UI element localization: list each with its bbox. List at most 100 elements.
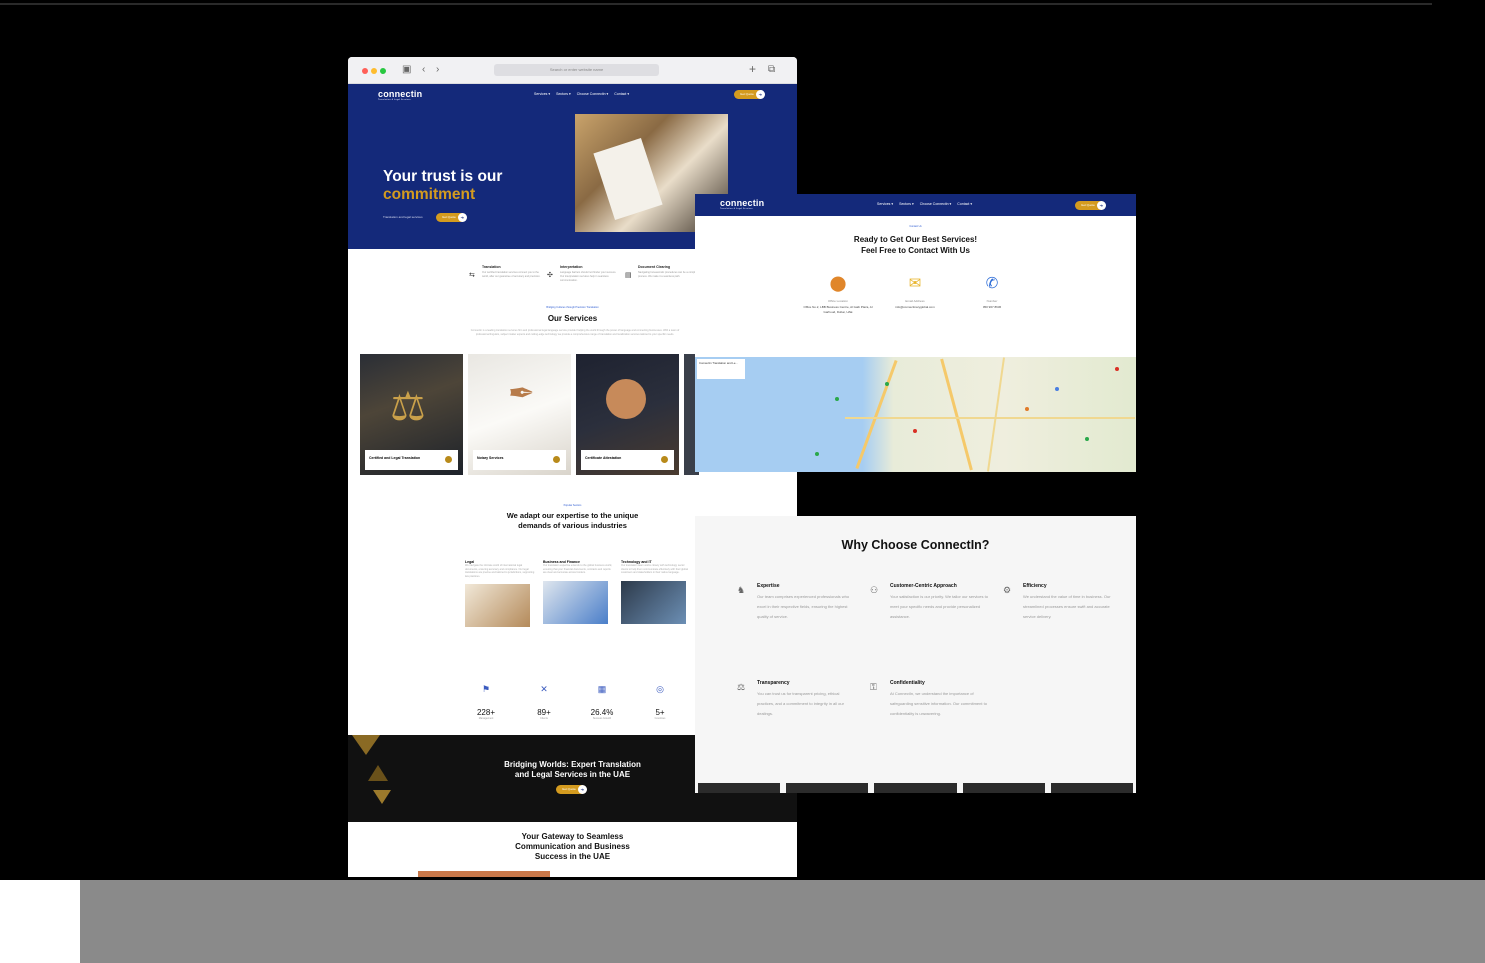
- why-item-title: Efficiency: [1023, 583, 1047, 589]
- map-poi-icon: [1055, 387, 1059, 391]
- map-pin-icon[interactable]: [913, 429, 917, 433]
- map-road: [855, 359, 898, 470]
- why-item-title: Expertise: [757, 583, 780, 589]
- map-poi-icon: [1115, 367, 1119, 371]
- service-card-notary[interactable]: ✒ Notary Services: [468, 354, 571, 475]
- why-customer-centric: ⚇ Customer-Centric Approach Your satisfact…: [870, 583, 990, 622]
- feature-document-clearing: ▤ Document Clearing Navigating bureaucrati…: [625, 265, 698, 279]
- floor-shadow: [80, 880, 1485, 963]
- pen-icon: ✒: [508, 375, 535, 411]
- map-poi-icon: [1085, 437, 1089, 441]
- floor-left: [0, 880, 80, 963]
- contact-value: Office No.2, LBB Business Centre, Al Gai…: [803, 305, 873, 314]
- hero-get-quote-button[interactable]: Get Quote: [436, 213, 467, 222]
- stat-label: Success Growth: [592, 717, 612, 720]
- stat-countries: ◎ 5+ Countries: [640, 684, 680, 720]
- service-card-label: Notary Services: [473, 450, 566, 470]
- contact-site-logo[interactable]: connectin Translation & Legal Services: [720, 198, 764, 210]
- location-pin-icon: ⬤: [829, 275, 847, 292]
- stat-management: ⚑ 228+ Management: [466, 684, 506, 720]
- feature-interpretation: ✣ Interpretation Language barriers should …: [547, 265, 620, 283]
- nav-choose[interactable]: Choose Connectin ▾: [920, 202, 952, 206]
- stat-value: 228+: [476, 708, 496, 717]
- contact-label: Email Address: [905, 299, 925, 303]
- tabs-icon[interactable]: ⧉: [768, 65, 775, 75]
- hand-stamp-shape: [606, 379, 646, 419]
- industries-title: We adapt our expertise to the unique dem…: [506, 511, 639, 530]
- minimize-dot[interactable]: [371, 68, 377, 74]
- handshake-icon: ✕: [540, 684, 548, 694]
- stat-label: Management: [478, 717, 494, 720]
- top-divider: [0, 3, 1432, 5]
- stat-clients: ✕ 89+ Clients: [524, 684, 564, 720]
- nav-contact[interactable]: Contact ▾: [614, 92, 629, 96]
- nav-sectors[interactable]: Sectors ▾: [899, 202, 914, 206]
- gateway-line2: Communication and Business: [515, 842, 630, 851]
- confidentiality-icon: ⚿: [870, 682, 877, 692]
- map-poi-icon: [1025, 407, 1029, 411]
- why-expertise: ♞ Expertise Our team comprises experienced…: [737, 583, 857, 622]
- hero-title: Your trust is our commitment: [383, 168, 502, 204]
- contact-get-quote-button[interactable]: Get Quote: [1075, 201, 1106, 210]
- service-card-attestation[interactable]: Certificate Attestation: [576, 354, 679, 475]
- contact-location: ⬤ Office Location Office No.2, LBB Busines…: [803, 274, 873, 315]
- contact-title: Ready to Get Our Best Services! Feel Free…: [695, 234, 1136, 256]
- thumbnail: [874, 783, 957, 793]
- map-poi-icon: [835, 397, 839, 401]
- feature-title: Document Clearing: [638, 265, 671, 269]
- contact-phone: ✆ Number 050 967 8636: [957, 274, 1027, 310]
- email-envelope-icon: ✉: [908, 275, 922, 292]
- nav-services[interactable]: Services ▾: [534, 92, 550, 96]
- band-get-quote-button[interactable]: Get Quote: [556, 785, 587, 794]
- maximize-dot[interactable]: [380, 68, 386, 74]
- why-item-title: Transparency: [757, 680, 790, 686]
- nav-menu: Services ▾ Sectors ▾ Choose Connectin ▾ …: [534, 92, 629, 96]
- map-road: [940, 358, 973, 471]
- nav-services[interactable]: Services ▾: [877, 202, 893, 206]
- translate-icon: ⇆: [469, 272, 475, 279]
- band-title-line2: and Legal Services in the UAE: [514, 770, 631, 779]
- sidebar-icon[interactable]: ▣: [402, 65, 411, 75]
- stat-growth: ▦ 26.4% Success Growth: [582, 684, 622, 720]
- industry-text: Our translation expertise extends to the…: [543, 564, 612, 574]
- scales-icon: ⚖: [390, 385, 426, 429]
- nav-sectors[interactable]: Sectors ▾: [556, 92, 571, 96]
- why-transparency: ⚖ Transparency You can trust us for transp…: [737, 680, 857, 719]
- logo-tagline: Translation & Legal Services: [720, 208, 753, 210]
- nav-choose[interactable]: Choose Connectin ▾: [577, 92, 609, 96]
- thumbnail: [962, 783, 1045, 793]
- nav-get-quote-button[interactable]: Get Quote: [734, 90, 765, 99]
- why-item-title: Confidentiality: [890, 680, 925, 686]
- back-icon[interactable]: ‹: [422, 65, 425, 75]
- contact-site-nav: connectin Translation & Legal Services Se…: [695, 194, 1136, 216]
- service-card-translation[interactable]: ⚖ Certified and Legal Translation: [360, 354, 463, 475]
- people-icon: ⚑: [481, 684, 491, 694]
- site-logo[interactable]: connectin Translation & Legal Services: [378, 89, 422, 101]
- stat-label: Clients: [540, 717, 548, 720]
- feature-translation: ⇆ Translation Our certified translation se…: [469, 265, 542, 279]
- nav-contact[interactable]: Contact ▾: [957, 202, 972, 206]
- stat-value: 5+: [655, 708, 665, 717]
- contact-nav-menu: Services ▾ Sectors ▾ Choose Connectin ▾ …: [877, 202, 972, 206]
- why-item-text: We understand the value of time in busin…: [1023, 594, 1111, 619]
- contact-title-line2: Feel Free to Contact With Us: [861, 246, 970, 255]
- logo-text: connectin: [720, 198, 765, 208]
- map-embed[interactable]: Connectin Translation and Le...: [695, 357, 1136, 472]
- contact-label: Office Location: [828, 299, 848, 303]
- map-info-card[interactable]: Connectin Translation and Le...: [697, 359, 745, 379]
- efficiency-icon: ⚙: [1003, 585, 1012, 595]
- contact-title-line1: Ready to Get Our Best Services!: [853, 235, 978, 244]
- close-dot[interactable]: [362, 68, 368, 74]
- logo-tagline: Translation & Legal Services: [378, 99, 411, 101]
- address-bar[interactable]: Search or enter website name: [494, 64, 659, 76]
- service-card-label: Certified and Legal Translation: [365, 450, 458, 470]
- contact-value[interactable]: 050 967 8636: [957, 305, 1027, 310]
- hero-title-line1: Your trust is our: [383, 168, 503, 185]
- browser-toolbar: ▣ ‹ › Search or enter website name + ⧉: [348, 57, 797, 84]
- mockup-stage: ▣ ‹ › Search or enter website name + ⧉ c…: [0, 0, 1485, 963]
- feature-text: Our certified translation services conne…: [482, 271, 541, 278]
- industry-technology: Technology and IT Our translation team wo…: [621, 560, 691, 624]
- forward-icon[interactable]: ›: [436, 65, 439, 75]
- contact-value[interactable]: info@connectinaryglobal.com: [880, 305, 950, 310]
- plus-icon[interactable]: +: [749, 63, 756, 75]
